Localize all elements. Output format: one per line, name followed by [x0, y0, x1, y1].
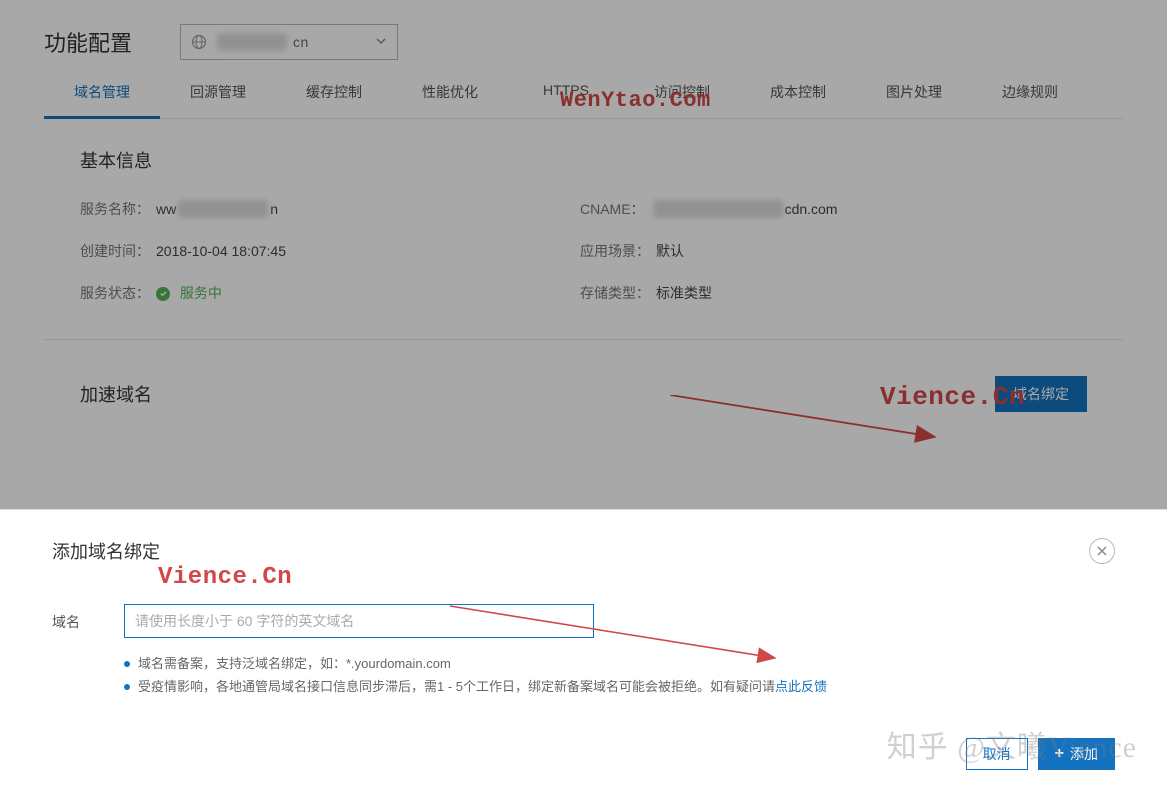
info-grid: 服务名称： ww n CNAME： cdn.com 创建时间： 2018-10-… — [80, 199, 1087, 303]
modal-footer: 取消 + 添加 — [966, 738, 1115, 770]
add-button[interactable]: + 添加 — [1038, 738, 1115, 770]
section-title: 基本信息 — [80, 147, 1087, 173]
bind-domain-button[interactable]: 域名绑定 — [995, 376, 1087, 412]
close-icon[interactable] — [1089, 538, 1115, 564]
section-title: 加速域名 — [80, 381, 152, 407]
help-item: 域名需备案，支持泛域名绑定，如：*.yourdomain.com — [124, 652, 1115, 675]
add-domain-modal: 添加域名绑定 Vience.Cn 域名 域名需备案，支持泛域名绑定，如：*.yo… — [0, 509, 1167, 790]
basic-info-section: 基本信息 服务名称： ww n CNAME： cdn.com 创建时间： — [44, 119, 1123, 340]
status-success-icon — [156, 287, 170, 301]
kv-create-time: 创建时间： 2018-10-04 18:07:45 — [80, 241, 580, 261]
bullet-icon — [124, 661, 130, 667]
tab-edge-rules[interactable]: 边缘规则 — [972, 82, 1088, 118]
domain-select-value: cn — [215, 34, 375, 50]
masked-text — [217, 33, 287, 51]
help-list: 域名需备案，支持泛域名绑定，如：*.yourdomain.com 受疫情影响，各… — [124, 652, 1115, 699]
tab-cache-control[interactable]: 缓存控制 — [276, 82, 392, 118]
chevron-down-icon — [375, 34, 387, 50]
tab-performance[interactable]: 性能优化 — [392, 82, 508, 118]
plus-icon: + — [1055, 746, 1064, 762]
domain-input[interactable] — [124, 604, 594, 638]
kv-service-name: 服务名称： ww n — [80, 199, 580, 219]
tabs: 域名管理 回源管理 缓存控制 性能优化 HTTPS 访问控制 成本控制 图片处理… — [44, 82, 1123, 119]
tab-origin-management[interactable]: 回源管理 — [160, 82, 276, 118]
kv-scene: 应用场景： 默认 — [580, 241, 1087, 261]
accel-domain-section: 加速域名 域名绑定 — [44, 340, 1123, 448]
kv-status: 服务状态： 服务中 — [80, 283, 580, 303]
help-item: 受疫情影响，各地通管局域名接口信息同步滞后，需1 - 5个工作日，绑定新备案域名… — [124, 675, 1115, 698]
feedback-link[interactable]: 点此反馈 — [775, 679, 827, 694]
watermark-text: Vience.Cn — [158, 564, 292, 591]
kv-cname: CNAME： cdn.com — [580, 199, 1087, 219]
tab-access-control[interactable]: 访问控制 — [624, 82, 740, 118]
modal-title: 添加域名绑定 — [52, 538, 160, 564]
page-root: 功能配置 cn 域名管理 回源管理 缓存控制 性能优化 HTTPS 访问控制 成… — [0, 0, 1167, 790]
globe-icon — [191, 34, 207, 50]
field-label: 域名 — [52, 604, 124, 632]
tab-domain-management[interactable]: 域名管理 — [44, 82, 160, 118]
masked-text — [653, 200, 783, 218]
domain-select[interactable]: cn — [180, 24, 398, 60]
tab-https[interactable]: HTTPS — [508, 82, 624, 118]
bullet-icon — [124, 684, 130, 690]
header: 功能配置 cn — [0, 0, 1167, 60]
cancel-button[interactable]: 取消 — [966, 738, 1028, 770]
page-title: 功能配置 — [44, 26, 132, 58]
tab-cost-control[interactable]: 成本控制 — [740, 82, 856, 118]
masked-text — [178, 200, 268, 218]
modal-header: 添加域名绑定 — [52, 538, 1115, 564]
form-row-domain: 域名 域名需备案，支持泛域名绑定，如：*.yourdomain.com 受疫情影… — [52, 604, 1115, 699]
kv-storage: 存储类型： 标准类型 — [580, 283, 1087, 303]
tab-image-processing[interactable]: 图片处理 — [856, 82, 972, 118]
status-text: 服务中 — [180, 285, 222, 301]
